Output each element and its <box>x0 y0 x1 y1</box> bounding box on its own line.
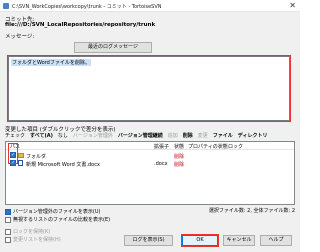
filter-all[interactable]: すべて(A) <box>30 132 53 139</box>
keep-changelists-label: 変更リストを保持(H) <box>13 237 61 243</box>
changed-files-list[interactable]: パス 拡張子 状態 プロパティの状態 ロック ✓ フォルダ 削除 ✓ 新規 Mi… <box>5 141 295 205</box>
commit-message-text: フォルダとWordファイルを削除。 <box>11 59 91 66</box>
filter-directories[interactable]: ディレクトリ <box>238 132 268 139</box>
tortoisesvn-icon <box>3 3 9 9</box>
list-header: パス 拡張子 状態 プロパティの状態 ロック <box>6 142 294 150</box>
show-externals-label: 無視するリストのファイルの比較を表示(E) <box>13 217 111 223</box>
help-button[interactable]: ヘルプ <box>260 235 292 246</box>
recent-messages-button[interactable]: 最近のログメッセージ <box>74 42 152 53</box>
row-path: 新規 Microsoft Word 文書.docx <box>26 162 100 168</box>
ok-button[interactable]: OK <box>181 234 219 247</box>
filter-unversioned[interactable]: バージョン管理外 <box>73 132 113 139</box>
row-ext: .docx <box>154 161 168 167</box>
keep-locks-label: ロックを保持(K) <box>13 229 51 235</box>
keep-changelists-option[interactable]: 変更リストを保持(H) <box>5 236 61 243</box>
column-status[interactable]: 状態 <box>174 143 184 150</box>
folder-icon <box>18 153 24 158</box>
column-prop-status[interactable]: プロパティの状態 <box>188 143 228 150</box>
filter-check: チェック <box>5 133 26 139</box>
show-unversioned-option[interactable]: バージョン管理外のファイルを表示(U) <box>5 208 100 215</box>
show-externals-option[interactable]: 無視するリストのファイルの比較を表示(E) <box>5 216 110 223</box>
row-path: フォルダ <box>26 154 47 160</box>
show-externals-checkbox[interactable] <box>5 216 11 223</box>
row-status: 削除 <box>174 154 185 160</box>
table-row[interactable]: ✓ フォルダ 削除 <box>6 152 294 160</box>
keep-locks-checkbox[interactable] <box>5 228 11 235</box>
filter-deleted[interactable]: 削除 <box>183 132 193 139</box>
show-log-button[interactable]: ログを表示(S) <box>124 235 173 246</box>
filter-links: チェック すべて(A) なし バージョン管理外 バージョン管理継続 追加 削除 … <box>5 132 267 139</box>
filter-versioned[interactable]: バージョン管理継続 <box>118 132 163 139</box>
commit-message-input[interactable]: フォルダとWordファイルを削除。 <box>7 55 291 122</box>
commit-dialog: コミット先: file:///D:/SVN_LocalRepositories/… <box>0 12 300 252</box>
keep-locks-option[interactable]: ロックを保持(K) <box>5 228 50 235</box>
column-ext[interactable]: 拡張子 <box>154 143 169 150</box>
table-row[interactable]: ✓ 新規 Microsoft Word 文書.docx .docx 削除 <box>6 160 294 168</box>
window-title: C:\SVN_WorkCopies\workcopy\trunk - コミット … <box>12 4 162 10</box>
filter-files[interactable]: ファイル <box>213 132 233 139</box>
checkbox-highlight <box>8 143 18 164</box>
title-bar: C:\SVN_WorkCopies\workcopy\trunk - コミット … <box>0 0 300 12</box>
filter-added[interactable]: 追加 <box>168 132 178 139</box>
close-icon[interactable]: ✕ <box>289 1 296 11</box>
filter-none[interactable]: なし <box>58 132 68 139</box>
commit-url: file:///D:/SVN_LocalRepositories/reposit… <box>5 22 156 28</box>
keep-changelists-checkbox[interactable] <box>5 236 11 243</box>
row-status: 削除 <box>174 162 185 168</box>
selection-count: 選択ファイル数: 2, 全体ファイル数: 2 <box>208 208 295 214</box>
show-unversioned-checkbox[interactable] <box>5 208 11 215</box>
cancel-button[interactable]: キャンセル <box>223 235 255 246</box>
show-unversioned-label: バージョン管理外のファイルを表示(U) <box>13 209 101 215</box>
message-label: メッセージ: <box>5 34 35 40</box>
word-document-icon <box>18 160 23 166</box>
filter-modified[interactable]: 変更 <box>198 132 208 139</box>
column-lock[interactable]: ロック <box>228 143 243 150</box>
